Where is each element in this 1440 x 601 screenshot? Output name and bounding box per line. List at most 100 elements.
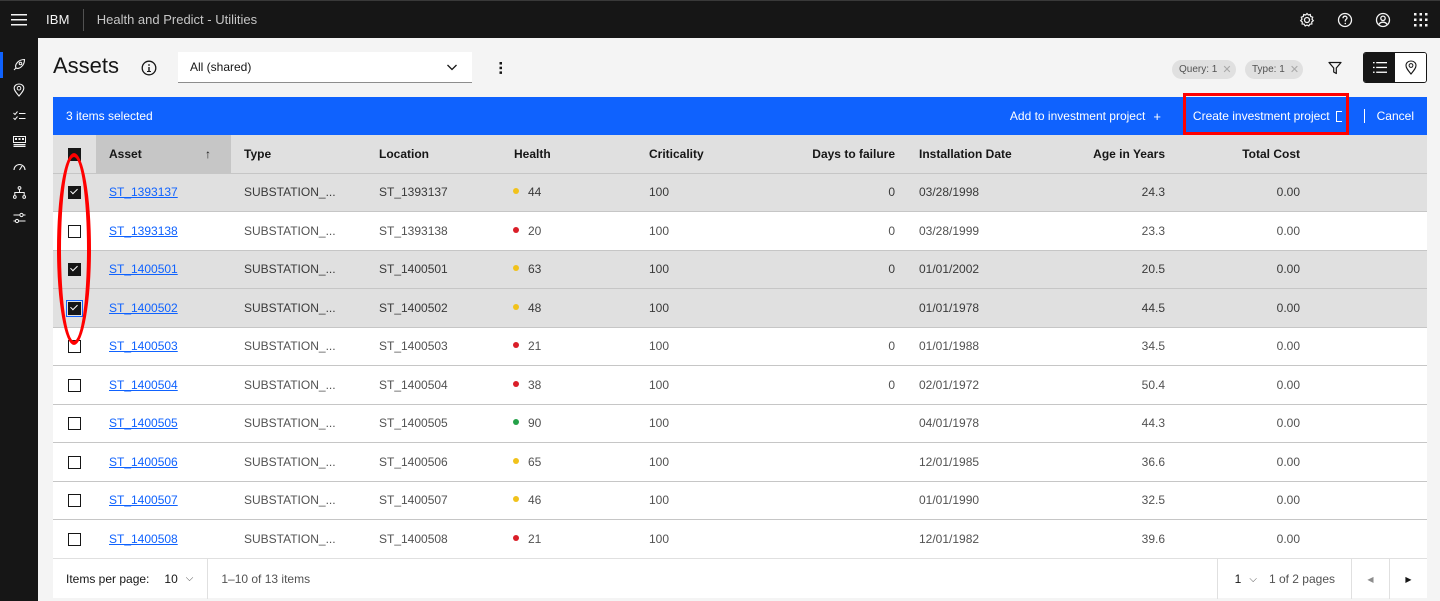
table-row[interactable]: ST_1393137 SUBSTATION_... ST_1393137 44 100 0… xyxy=(53,173,1427,212)
table-row[interactable]: ST_1400505 SUBSTATION_... ST_1400505 90 100 0… xyxy=(53,404,1427,443)
row-checkbox[interactable] xyxy=(68,533,81,547)
sidenav-item-meter[interactable] xyxy=(0,154,38,180)
column-header-criticality[interactable]: Criticality xyxy=(636,135,771,173)
installation-date-cell: 01/01/1990 xyxy=(919,493,980,508)
user-profile-button[interactable] xyxy=(1364,1,1402,39)
asset-link[interactable]: ST_1400502 xyxy=(109,301,178,315)
app-name: Health and Predict - Utilities xyxy=(96,12,258,27)
asset-link[interactable]: ST_1400501 xyxy=(109,262,178,276)
row-checkbox[interactable] xyxy=(68,263,81,277)
close-icon[interactable]: ✕ xyxy=(1222,63,1231,76)
days-to-failure-cell xyxy=(771,404,906,443)
spacer-cell xyxy=(1311,212,1427,251)
info-icon xyxy=(141,60,157,76)
sidenav-item-dashboard[interactable] xyxy=(0,129,38,155)
column-header-type[interactable]: Type xyxy=(231,135,366,173)
asset-link[interactable]: ST_1393137 xyxy=(109,185,178,199)
arrow-up-icon: ↑ xyxy=(205,146,211,161)
table-row[interactable]: ST_1400507 SUBSTATION_... ST_1400507 46 100 0… xyxy=(53,481,1427,520)
brand-name[interactable]: IBM xyxy=(38,12,83,27)
location-icon xyxy=(1404,60,1417,75)
table-row[interactable]: ST_1400508 SUBSTATION_... ST_1400508 21 100 1… xyxy=(53,519,1427,559)
type-cell: SUBSTATION_... xyxy=(244,339,336,354)
column-header-health[interactable]: Health xyxy=(501,135,636,173)
sidenav-item-locations[interactable] xyxy=(0,78,38,104)
row-checkbox[interactable] xyxy=(68,340,81,354)
column-header-days-to-failure[interactable]: Days to failure xyxy=(771,135,906,173)
side-navigation xyxy=(0,38,38,601)
row-checkbox[interactable] xyxy=(68,417,81,431)
asset-link[interactable]: ST_1400507 xyxy=(109,493,178,507)
criticality-cell: 100 xyxy=(649,262,670,277)
close-icon[interactable]: ✕ xyxy=(1290,63,1299,76)
add-to-investment-project-button[interactable]: Add to investment project + xyxy=(1010,97,1177,135)
row-checkbox[interactable] xyxy=(68,455,81,469)
age-cell: 34.5 xyxy=(1141,339,1165,354)
column-header-asset[interactable]: Asset ↑ xyxy=(96,135,231,173)
chevron-down-icon: ⌵ xyxy=(1249,573,1257,585)
next-page-button[interactable]: ▶ xyxy=(1389,559,1427,599)
age-cell: 20.5 xyxy=(1141,262,1165,277)
cancel-button[interactable]: Cancel xyxy=(1377,97,1427,135)
sidenav-item-hierarchy[interactable] xyxy=(0,180,38,206)
column-header-age[interactable]: Age in Years xyxy=(1041,135,1176,173)
list-view-button[interactable] xyxy=(1364,53,1395,82)
health-status-dot xyxy=(513,303,519,310)
checklist-icon xyxy=(12,110,25,120)
asset-link[interactable]: ST_1400506 xyxy=(109,455,178,469)
row-select-cell xyxy=(53,520,96,559)
create-investment-project-label: Create investment project xyxy=(1192,109,1330,123)
age-cell: 24.3 xyxy=(1141,185,1165,200)
column-header-total-cost[interactable]: Total Cost xyxy=(1176,135,1311,173)
app-switcher-button[interactable] xyxy=(1402,1,1440,39)
total-cost-cell: 0.00 xyxy=(1276,185,1300,200)
criticality-cell: 100 xyxy=(649,223,670,238)
asset-link[interactable]: ST_1400508 xyxy=(109,532,178,546)
row-checkbox[interactable] xyxy=(68,378,81,392)
table-row[interactable]: ST_1400501 SUBSTATION_... ST_1400501 63 100 0… xyxy=(53,250,1427,289)
table-row[interactable]: ST_1393138 SUBSTATION_... ST_1393138 20 100 0… xyxy=(53,211,1427,251)
row-checkbox[interactable] xyxy=(66,299,83,317)
column-header-installation-date[interactable]: Installation Date xyxy=(906,135,1041,173)
sidenav-item-assets[interactable] xyxy=(0,52,38,78)
info-button[interactable] xyxy=(139,58,159,78)
health-status-dot xyxy=(513,265,519,272)
column-header-location[interactable]: Location xyxy=(366,135,501,173)
row-checkbox[interactable] xyxy=(68,186,81,200)
map-view-button[interactable] xyxy=(1395,53,1426,82)
sidenav-item-tasks[interactable] xyxy=(0,103,38,129)
table-row[interactable]: ST_1400502 SUBSTATION_... ST_1400502 48 100 0… xyxy=(53,288,1427,327)
page-select[interactable]: 1 ⌵ xyxy=(1218,572,1257,586)
asset-link[interactable]: ST_1400504 xyxy=(109,378,178,392)
sidenav-item-settings[interactable] xyxy=(0,205,38,231)
table-row[interactable]: ST_1400504 SUBSTATION_... ST_1400504 38 100 0… xyxy=(53,365,1427,404)
asset-link[interactable]: ST_1400503 xyxy=(109,339,178,353)
asset-link[interactable]: ST_1393138 xyxy=(109,224,178,238)
asset-link[interactable]: ST_1400505 xyxy=(109,416,178,430)
overflow-menu-button[interactable] xyxy=(490,58,512,78)
spacer-cell xyxy=(1311,173,1427,212)
row-checkbox[interactable] xyxy=(68,224,81,238)
top-header: IBM Health and Predict - Utilities xyxy=(0,0,1440,38)
view-select-value: All (shared) xyxy=(190,60,252,74)
table-row[interactable]: ST_1400506 SUBSTATION_... ST_1400506 65 100 1… xyxy=(53,442,1427,481)
settings-button[interactable] xyxy=(1288,1,1326,39)
select-all-checkbox[interactable] xyxy=(68,147,81,161)
hamburger-menu-button[interactable] xyxy=(0,1,38,39)
previous-page-button[interactable]: ◀ xyxy=(1351,559,1389,599)
create-investment-project-button[interactable]: Create investment project xyxy=(1177,97,1354,135)
page-count: 1 of 2 pages xyxy=(1268,572,1335,586)
health-value: 90 xyxy=(528,416,542,431)
row-checkbox[interactable] xyxy=(68,494,81,508)
health-status-dot xyxy=(513,535,519,541)
help-button[interactable] xyxy=(1326,1,1364,39)
asset-cell: ST_1400508 xyxy=(96,520,231,559)
location-cell: ST_1400506 xyxy=(379,454,448,469)
table-row[interactable]: ST_1400503 SUBSTATION_... ST_1400503 21 100 0… xyxy=(53,327,1427,366)
total-cost-cell: 0.00 xyxy=(1276,532,1300,546)
installation-date-cell: 01/01/2002 xyxy=(919,262,980,277)
view-select-dropdown[interactable]: All (shared) xyxy=(178,52,472,83)
filter-button[interactable] xyxy=(1324,58,1346,78)
rocket-icon xyxy=(13,59,25,71)
items-per-page-select[interactable]: 10 ⌵ xyxy=(164,572,193,586)
